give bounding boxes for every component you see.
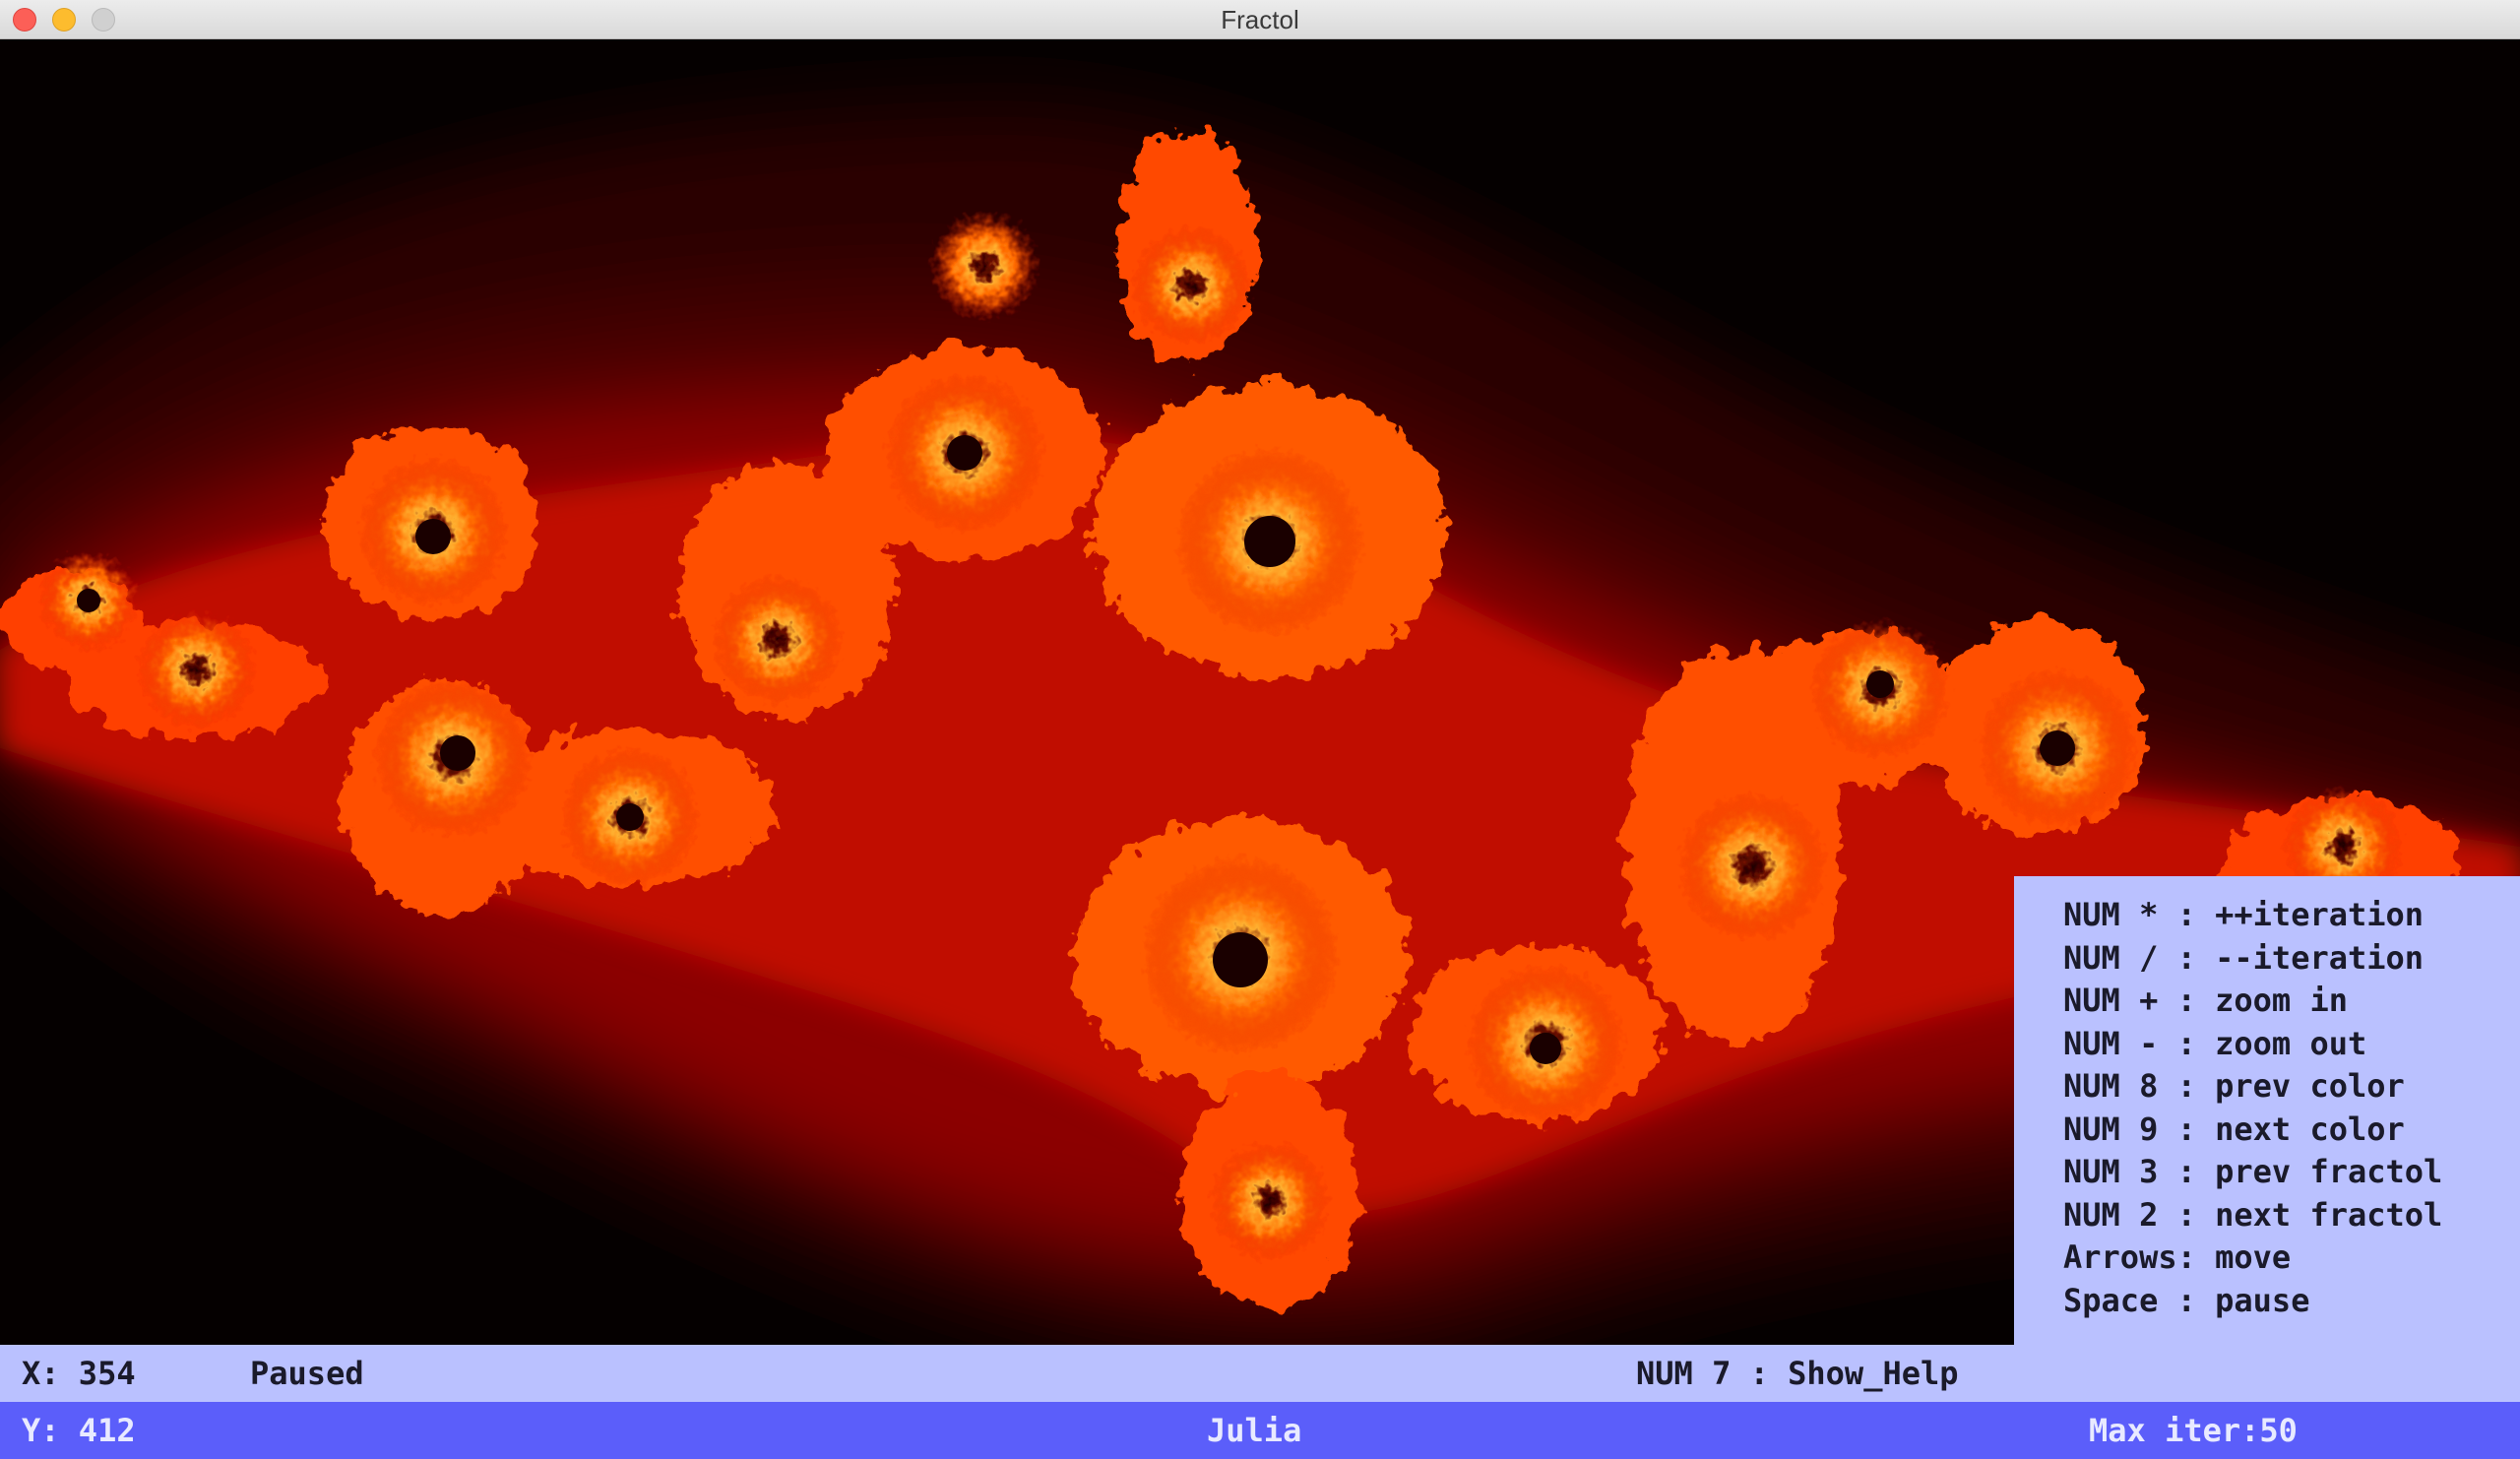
help-line-next-fractol: NUM 2 : next fractol bbox=[2063, 1195, 2443, 1234]
help-line-pause: Space : pause bbox=[2063, 1281, 2310, 1319]
status-bar-top: X: 354 Paused NUM 7 : Show_Help bbox=[0, 1345, 2520, 1402]
status-bar-bottom: Y: 412 Julia Max iter:50 bbox=[0, 1402, 2520, 1459]
help-line-next-color: NUM 9 : next color bbox=[2063, 1110, 2405, 1148]
help-line-move: Arrows: move bbox=[2063, 1238, 2292, 1276]
help-line-zoom-in: NUM + : zoom in bbox=[2063, 982, 2348, 1019]
help-panel: NUM * : ++iteration NUM / : --iteration … bbox=[2014, 876, 2520, 1345]
fractal-name-label: Julia bbox=[1207, 1412, 1302, 1449]
window-title: Fractol bbox=[1221, 5, 1299, 34]
y-coordinate-readout: Y: 412 bbox=[22, 1412, 136, 1449]
help-line-zoom-out: NUM - : zoom out bbox=[2063, 1024, 2367, 1062]
help-line-prev-fractol: NUM 3 : prev fractol bbox=[2063, 1153, 2443, 1190]
title-bar[interactable]: Fractol bbox=[0, 0, 2520, 39]
paused-state-indicator: Paused bbox=[250, 1355, 364, 1392]
show-help-hint: NUM 7 : Show_Help bbox=[1636, 1355, 1959, 1392]
max-iteration-readout: Max iter:50 bbox=[2089, 1412, 2298, 1449]
fractol-window: Fractol NUM *: ++iteration NUM /: --it… bbox=[0, 0, 2520, 1459]
help-line-iteration-up: NUM * : ++iteration bbox=[2063, 896, 2425, 933]
help-line-iteration-down: NUM / : --iteration bbox=[2063, 938, 2425, 977]
help-line-prev-color: NUM 8 : prev color bbox=[2063, 1067, 2405, 1105]
x-coordinate-readout: X: 354 bbox=[22, 1355, 136, 1392]
